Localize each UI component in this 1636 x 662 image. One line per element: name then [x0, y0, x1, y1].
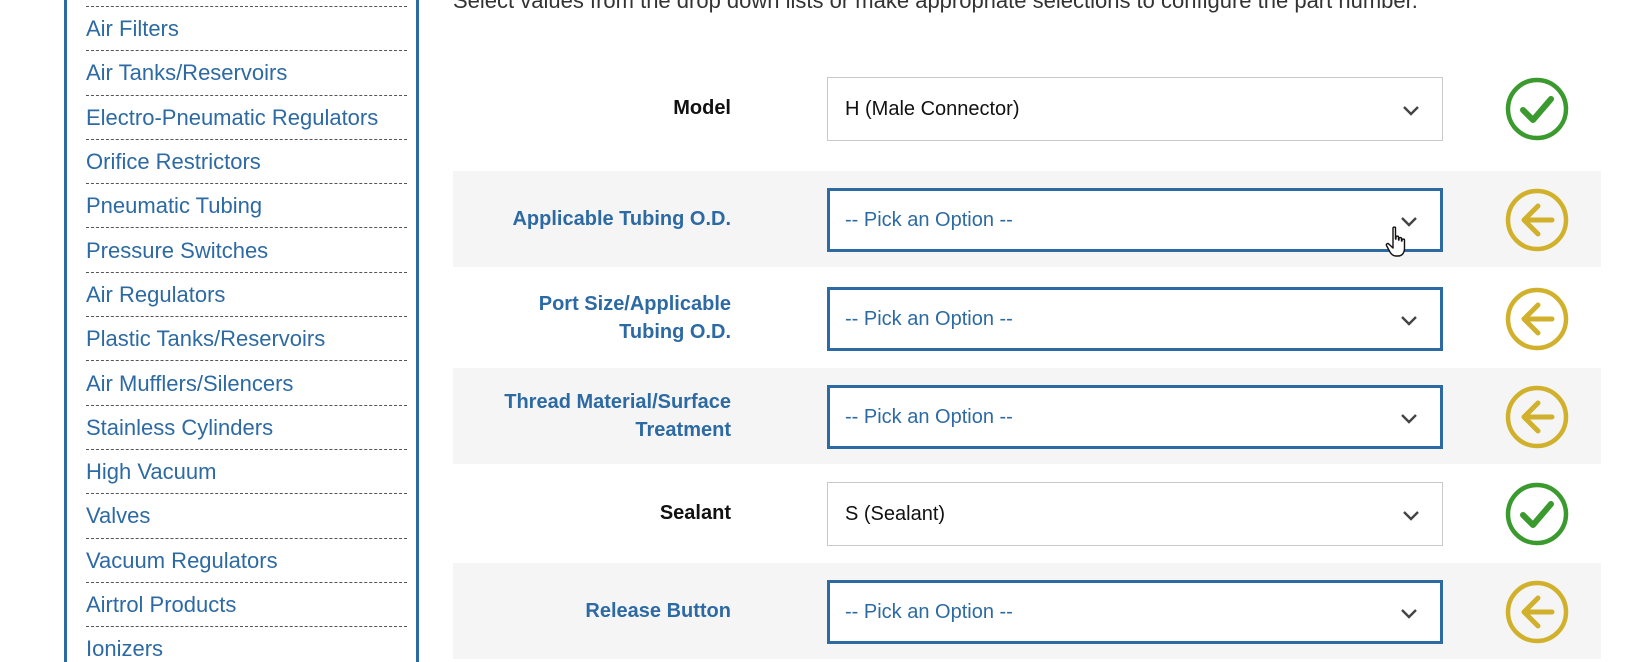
config-row-thread-material: Thread Material/Surface Treatment -- Pic…	[453, 368, 1601, 464]
select-placeholder: -- Pick an Option --	[845, 600, 1013, 623]
model-select[interactable]: H (Male Connector)	[827, 77, 1443, 141]
config-row-port-size: Port Size/Applicable Tubing O.D. -- Pick…	[453, 270, 1601, 366]
chevron-down-icon	[1403, 106, 1419, 116]
hand-pointer-cursor-icon	[1385, 226, 1406, 257]
sidebar-link[interactable]: Valves	[86, 502, 150, 529]
configurator-page: Air Filters Air Tanks/Reservoirs Electro…	[0, 0, 1636, 662]
chevron-down-icon	[1401, 316, 1417, 326]
sidebar-item-valves: Valves	[86, 494, 407, 539]
row-label: Port Size/Applicable Tubing O.D.	[401, 270, 731, 366]
sidebar-item-vacuum-regulators: Vacuum Regulators	[86, 539, 407, 583]
yellow-arrow-left-circle-icon	[1505, 188, 1569, 252]
yellow-arrow-left-circle-icon	[1505, 580, 1569, 644]
category-list: Air Filters Air Tanks/Reservoirs Electro…	[86, 6, 407, 662]
row-label-line: Thread Material/Surface	[504, 391, 731, 413]
sidebar-item-stainless-cylinders: Stainless Cylinders	[86, 406, 407, 450]
row-label-line: Treatment	[635, 419, 731, 441]
chevron-down-icon	[1403, 511, 1419, 521]
row-label-line: Port Size/Applicable	[538, 293, 731, 315]
row-label-line: Tubing O.D.	[619, 321, 731, 343]
sidebar-item-air-tanks: Air Tanks/Reservoirs	[86, 51, 407, 96]
sidebar-item-air-filters: Air Filters	[86, 7, 407, 52]
sidebar-link[interactable]: Pressure Switches	[86, 237, 268, 264]
row-label: Sealant	[659, 502, 731, 524]
config-row-model: Model H (Male Connector)	[453, 60, 1601, 156]
sidebar-link[interactable]: Plastic Tanks/Reservoirs	[86, 325, 325, 352]
chevron-down-icon	[1401, 414, 1417, 424]
sidebar-link[interactable]: High Vacuum	[86, 458, 216, 485]
sidebar-item-orifice-restrictors: Orifice Restrictors	[86, 140, 407, 185]
select-placeholder: -- Pick an Option --	[845, 208, 1013, 231]
sidebar-link[interactable]: Air Mufflers/Silencers	[86, 370, 293, 397]
yellow-arrow-left-circle-icon	[1505, 385, 1569, 449]
sidebar-item-ionizers: Ionizers	[86, 627, 407, 662]
config-row-release-button: Release Button -- Pick an Option --	[453, 563, 1601, 659]
select-value: H (Male Connector)	[845, 97, 1020, 120]
sidebar-item-air-regulators: Air Regulators	[86, 273, 407, 318]
yellow-arrow-left-circle-icon	[1505, 287, 1569, 351]
sidebar-link[interactable]: Vacuum Regulators	[86, 547, 278, 574]
thread-material-select[interactable]: -- Pick an Option --	[827, 385, 1443, 449]
config-row-sealant: Sealant S (Sealant)	[453, 465, 1601, 561]
green-check-circle-icon	[1505, 482, 1569, 546]
chevron-down-icon	[1401, 609, 1417, 619]
select-placeholder: -- Pick an Option --	[845, 307, 1013, 330]
sidebar-link[interactable]: Electro-Pneumatic Regulators	[86, 104, 378, 131]
sidebar-link[interactable]: Ionizers	[86, 635, 163, 662]
sidebar-link[interactable]: Air Tanks/Reservoirs	[86, 59, 287, 86]
select-placeholder: -- Pick an Option --	[845, 405, 1013, 428]
sidebar-link[interactable]: Airtrol Products	[86, 591, 236, 618]
row-label: Applicable Tubing O.D.	[512, 208, 731, 230]
sidebar-link[interactable]: Air Filters	[86, 15, 179, 42]
sidebar-item-airtrol-products: Airtrol Products	[86, 583, 407, 628]
config-row-applicable-tubing-od: Applicable Tubing O.D. -- Pick an Option…	[453, 171, 1601, 267]
row-label: Model	[673, 97, 731, 119]
port-size-select[interactable]: -- Pick an Option --	[827, 287, 1443, 351]
product-category-sidebar: Air Filters Air Tanks/Reservoirs Electro…	[64, 0, 419, 662]
row-label: Release Button	[585, 600, 731, 622]
sidebar-link[interactable]: Air Regulators	[86, 281, 225, 308]
sealant-select[interactable]: S (Sealant)	[827, 482, 1443, 546]
select-value: S (Sealant)	[845, 502, 946, 525]
release-button-select[interactable]: -- Pick an Option --	[827, 580, 1443, 644]
sidebar-item-plastic-tanks: Plastic Tanks/Reservoirs	[86, 317, 407, 362]
instructions-text: Select values from the drop down lists o…	[453, 0, 1418, 13]
sidebar-link[interactable]: Pneumatic Tubing	[86, 192, 262, 219]
sidebar-link[interactable]: Orifice Restrictors	[86, 148, 261, 175]
green-check-circle-icon	[1505, 77, 1569, 141]
sidebar-link[interactable]: Stainless Cylinders	[86, 414, 273, 441]
sidebar-item-air-mufflers: Air Mufflers/Silencers	[86, 361, 407, 406]
sidebar-item-pneumatic-tubing: Pneumatic Tubing	[86, 184, 407, 229]
sidebar-item-high-vacuum: High Vacuum	[86, 450, 407, 495]
sidebar-item-electro-pneumatic-regulators: Electro-Pneumatic Regulators	[86, 96, 407, 140]
sidebar-item-pressure-switches: Pressure Switches	[86, 228, 407, 273]
applicable-tubing-od-select[interactable]: -- Pick an Option --	[827, 188, 1443, 252]
row-label: Thread Material/Surface Treatment	[401, 368, 731, 464]
